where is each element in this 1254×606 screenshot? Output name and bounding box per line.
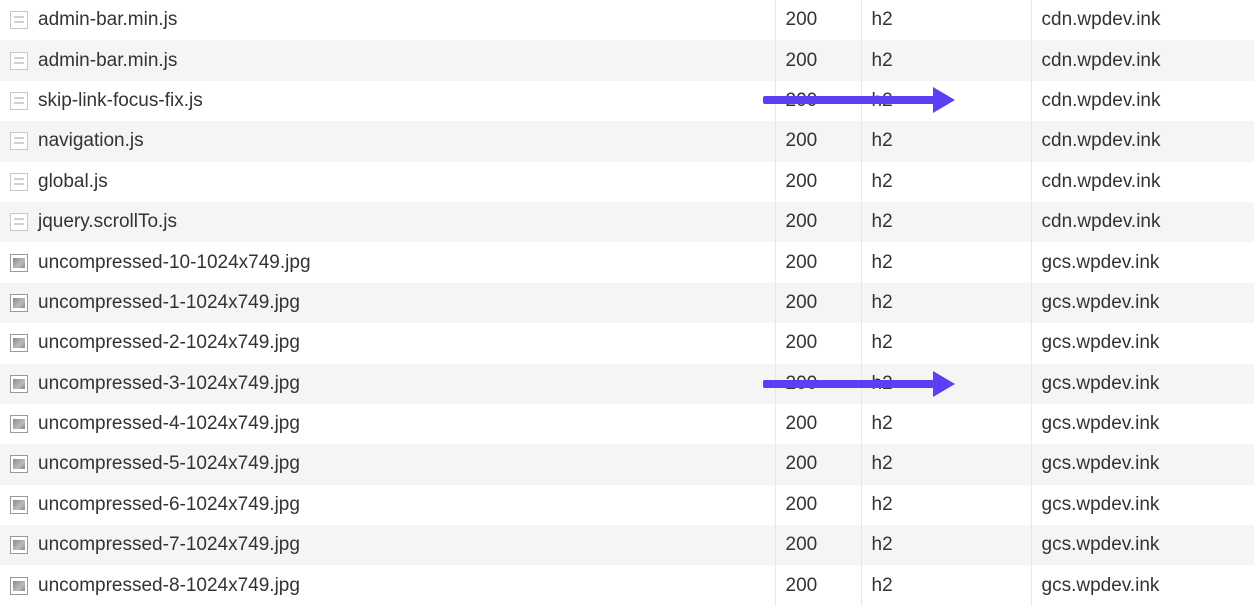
request-name: global.js xyxy=(38,171,108,193)
request-domain: gcs.wpdev.ink xyxy=(1031,242,1254,282)
script-file-icon xyxy=(10,213,28,231)
request-protocol: h2 xyxy=(861,202,1031,242)
script-file-icon xyxy=(10,132,28,150)
request-domain: gcs.wpdev.ink xyxy=(1031,444,1254,484)
request-protocol: h2 xyxy=(861,121,1031,161)
request-protocol: h2 xyxy=(861,404,1031,444)
request-protocol: h2 xyxy=(861,40,1031,80)
table-row[interactable]: admin-bar.min.js 200 h2 cdn.wpdev.ink xyxy=(0,40,1254,80)
image-file-icon xyxy=(10,455,28,473)
table-row[interactable]: uncompressed-4-1024x749.jpg 200 h2 gcs.w… xyxy=(0,404,1254,444)
image-file-icon xyxy=(10,496,28,514)
request-status: 200 xyxy=(775,40,861,80)
table-row[interactable]: skip-link-focus-fix.js 200 h2 cdn.wpdev.… xyxy=(0,81,1254,121)
request-status: 200 xyxy=(775,283,861,323)
request-status: 200 xyxy=(775,323,861,363)
request-status: 200 xyxy=(775,162,861,202)
image-file-icon xyxy=(10,577,28,595)
request-name: uncompressed-2-1024x749.jpg xyxy=(38,332,300,354)
request-protocol: h2 xyxy=(861,565,1031,605)
image-file-icon xyxy=(10,294,28,312)
request-protocol: h2 xyxy=(861,242,1031,282)
request-status: 200 xyxy=(775,485,861,525)
table-row[interactable]: navigation.js 200 h2 cdn.wpdev.ink xyxy=(0,121,1254,161)
image-file-icon xyxy=(10,536,28,554)
request-status: 200 xyxy=(775,404,861,444)
script-file-icon xyxy=(10,173,28,191)
request-domain: gcs.wpdev.ink xyxy=(1031,485,1254,525)
request-domain: gcs.wpdev.ink xyxy=(1031,323,1254,363)
request-domain: gcs.wpdev.ink xyxy=(1031,565,1254,605)
request-domain: cdn.wpdev.ink xyxy=(1031,0,1254,40)
request-protocol: h2 xyxy=(861,444,1031,484)
table-row[interactable]: global.js 200 h2 cdn.wpdev.ink xyxy=(0,162,1254,202)
request-name: uncompressed-5-1024x749.jpg xyxy=(38,453,300,475)
request-name: uncompressed-10-1024x749.jpg xyxy=(38,252,311,274)
request-name: uncompressed-1-1024x749.jpg xyxy=(38,292,300,314)
script-file-icon xyxy=(10,11,28,29)
request-name: uncompressed-6-1024x749.jpg xyxy=(38,494,300,516)
request-name: navigation.js xyxy=(38,130,144,152)
request-status: 200 xyxy=(775,0,861,40)
table-row[interactable]: uncompressed-2-1024x749.jpg 200 h2 gcs.w… xyxy=(0,323,1254,363)
request-status: 200 xyxy=(775,242,861,282)
image-file-icon xyxy=(10,254,28,272)
table-row[interactable]: uncompressed-1-1024x749.jpg 200 h2 gcs.w… xyxy=(0,283,1254,323)
table-row[interactable]: uncompressed-8-1024x749.jpg 200 h2 gcs.w… xyxy=(0,565,1254,605)
request-domain: gcs.wpdev.ink xyxy=(1031,283,1254,323)
request-protocol: h2 xyxy=(861,323,1031,363)
table-row[interactable]: uncompressed-3-1024x749.jpg 200 h2 gcs.w… xyxy=(0,364,1254,404)
table-row[interactable]: jquery.scrollTo.js 200 h2 cdn.wpdev.ink xyxy=(0,202,1254,242)
request-name: uncompressed-7-1024x749.jpg xyxy=(38,534,300,556)
table-row[interactable]: uncompressed-7-1024x749.jpg 200 h2 gcs.w… xyxy=(0,525,1254,565)
annotation-arrow-icon xyxy=(763,380,937,388)
request-name: skip-link-focus-fix.js xyxy=(38,90,203,112)
request-name: uncompressed-8-1024x749.jpg xyxy=(38,575,300,597)
request-name: jquery.scrollTo.js xyxy=(38,211,177,233)
table-row[interactable]: admin-bar.min.js 200 h2 cdn.wpdev.ink xyxy=(0,0,1254,40)
request-domain: gcs.wpdev.ink xyxy=(1031,404,1254,444)
table-row[interactable]: uncompressed-5-1024x749.jpg 200 h2 gcs.w… xyxy=(0,444,1254,484)
request-name: admin-bar.min.js xyxy=(38,50,177,72)
request-status: 200 xyxy=(775,202,861,242)
table-row[interactable]: uncompressed-10-1024x749.jpg 200 h2 gcs.… xyxy=(0,242,1254,282)
request-status: 200 xyxy=(775,444,861,484)
network-requests-table: admin-bar.min.js 200 h2 cdn.wpdev.ink ad… xyxy=(0,0,1254,606)
request-protocol: h2 xyxy=(861,162,1031,202)
request-protocol: h2 xyxy=(861,0,1031,40)
request-name: admin-bar.min.js xyxy=(38,9,177,31)
request-name: uncompressed-4-1024x749.jpg xyxy=(38,413,300,435)
image-file-icon xyxy=(10,375,28,393)
request-status: 200 xyxy=(775,565,861,605)
request-protocol: h2 xyxy=(861,283,1031,323)
request-status: 200 xyxy=(775,525,861,565)
request-domain: cdn.wpdev.ink xyxy=(1031,40,1254,80)
request-domain: cdn.wpdev.ink xyxy=(1031,121,1254,161)
request-status: 200 xyxy=(775,121,861,161)
image-file-icon xyxy=(10,415,28,433)
request-domain: cdn.wpdev.ink xyxy=(1031,162,1254,202)
request-name: uncompressed-3-1024x749.jpg xyxy=(38,373,300,395)
script-file-icon xyxy=(10,92,28,110)
request-protocol: h2 xyxy=(861,525,1031,565)
request-domain: gcs.wpdev.ink xyxy=(1031,364,1254,404)
image-file-icon xyxy=(10,334,28,352)
annotation-arrow-icon xyxy=(763,96,937,104)
request-domain: gcs.wpdev.ink xyxy=(1031,525,1254,565)
request-protocol: h2 xyxy=(861,485,1031,525)
script-file-icon xyxy=(10,52,28,70)
request-domain: cdn.wpdev.ink xyxy=(1031,202,1254,242)
table-row[interactable]: uncompressed-6-1024x749.jpg 200 h2 gcs.w… xyxy=(0,485,1254,525)
request-domain: cdn.wpdev.ink xyxy=(1031,81,1254,121)
